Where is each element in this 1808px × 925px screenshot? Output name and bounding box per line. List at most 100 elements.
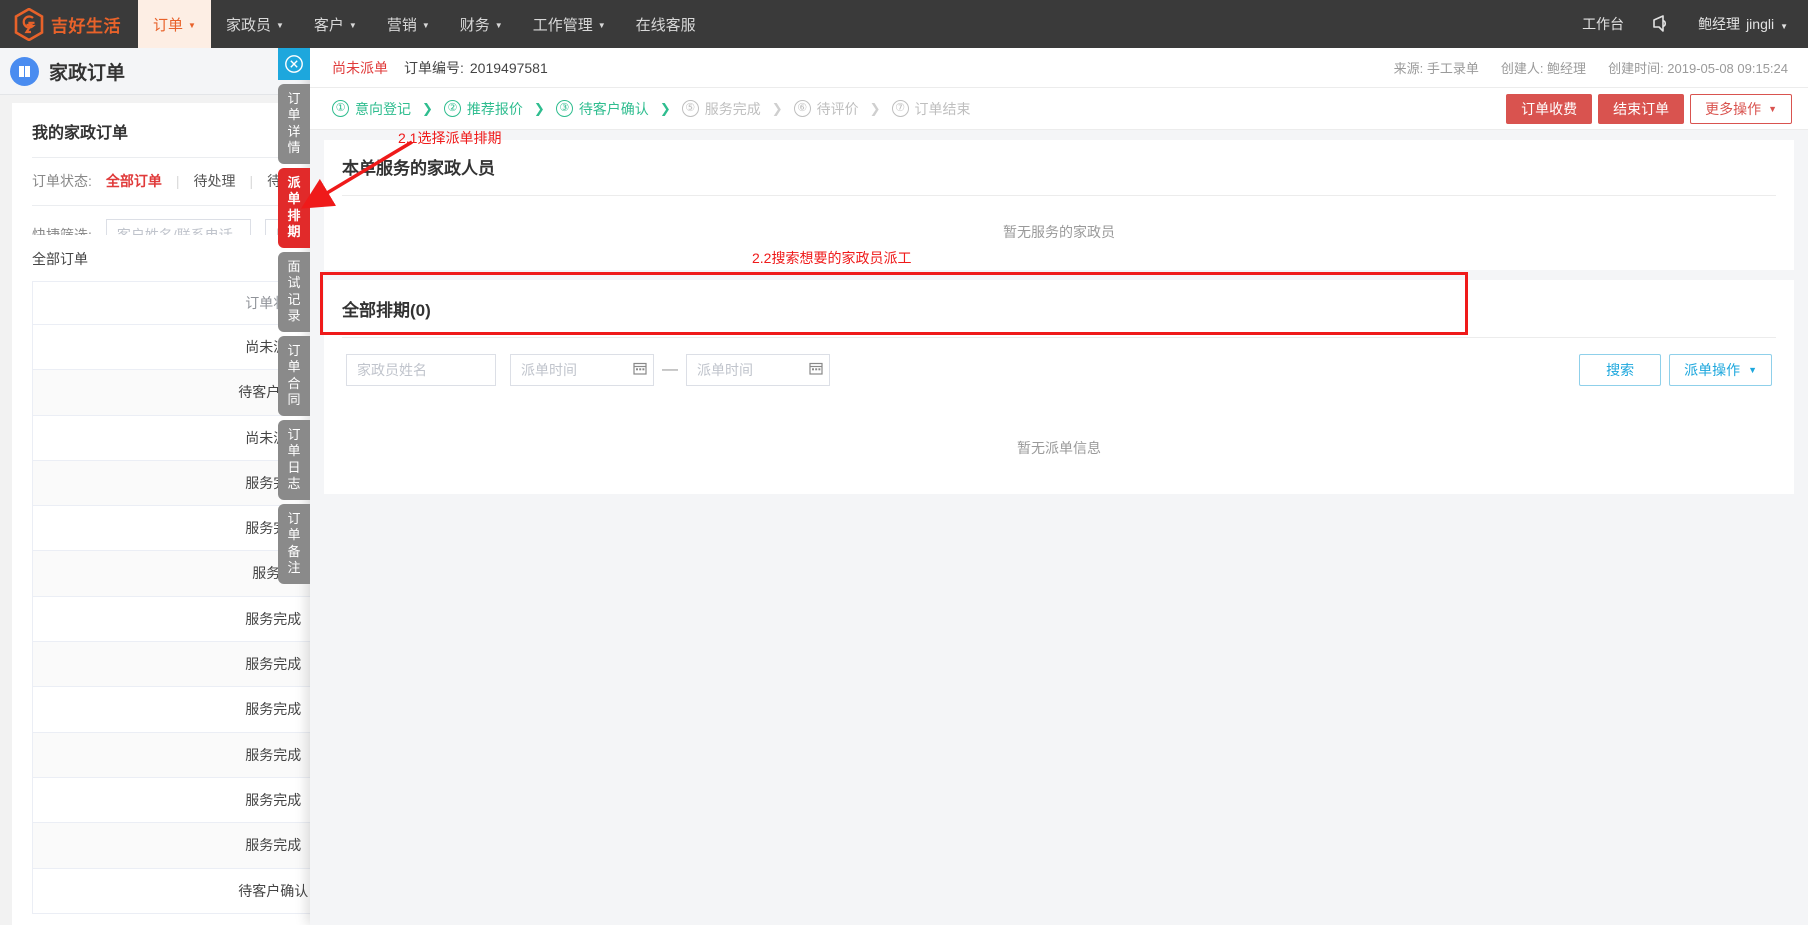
modal-action-buttons: 订单收费 结束订单 更多操作 ▼ xyxy=(1506,93,1792,124)
tab-order-contract[interactable]: 订单合同 xyxy=(278,336,310,416)
vtab-char: 派 xyxy=(287,175,301,190)
nav-item-online-service[interactable]: 在线客服 xyxy=(621,0,711,48)
dispatch-date-from-input[interactable] xyxy=(510,354,654,386)
user-name: 鲍经理 xyxy=(1698,16,1741,32)
vtab-char: 面 xyxy=(287,259,301,274)
order-detail-modal: 尚未派单 订单编号: 2019497581 来源: 手工录单 创建人: 鲍经理 … xyxy=(310,48,1808,925)
chevron-down-icon: ▼ xyxy=(1748,365,1757,375)
user-login: jingli xyxy=(1746,16,1775,32)
nav-item-customers-label: 客户 xyxy=(313,16,344,34)
order-progress-steps: ① 意向登记 ❯ ② 推荐报价 ❯ ③ 待客户确认 ❯ ⑤ 服务完成 ❯ ⑥ 待… xyxy=(310,88,1808,130)
nav-item-marketing[interactable]: 营销 ▼ xyxy=(372,0,445,48)
step-order-end[interactable]: ⑦ 订单结束 xyxy=(891,99,971,119)
workbench-label: 工作台 xyxy=(1582,16,1625,32)
chevron-down-icon: ▼ xyxy=(188,21,196,30)
step-await-customer-confirm[interactable]: ③ 待客户确认 xyxy=(555,99,649,119)
status-link-all[interactable]: 全部订单 xyxy=(106,171,176,191)
search-button[interactable]: 搜索 xyxy=(1579,354,1662,386)
vtab-char: 备 xyxy=(287,543,301,559)
vtab-char: 单 xyxy=(287,443,301,459)
vtab-char: 情 xyxy=(287,139,301,155)
service-staff-card-top: 本单服务的家政人员 xyxy=(324,140,1794,196)
step-arrow-icon: ❯ xyxy=(659,100,671,116)
step-arrow-icon: ❯ xyxy=(533,100,545,116)
chevron-down-icon: ▼ xyxy=(494,21,503,30)
app-root: 吉好生活 订单 ▼ 家政员 ▼ 客户 ▼ 营销 ▼ 财务 ▼ 工作管理 ▼ 在线… xyxy=(0,0,1808,925)
vtab-char: 单 xyxy=(287,527,301,543)
order-created-time: 创建时间: 2019-05-08 09:15:24 xyxy=(1608,61,1788,76)
vtab-char: 期 xyxy=(287,223,301,239)
brand-logo-area[interactable]: 吉好生活 xyxy=(0,0,138,48)
schedule-search-actions: 搜索 派单操作 ▼ xyxy=(1579,354,1772,386)
tab-interview-records[interactable]: 面试记录 xyxy=(278,252,310,332)
step-number: ② xyxy=(443,100,461,117)
nav-item-work-management[interactable]: 工作管理 ▼ xyxy=(518,0,621,48)
order-creator: 创建人: 鲍经理 xyxy=(1500,61,1587,76)
nav-item-finance-label: 财务 xyxy=(459,16,490,34)
service-staff-card: 本单服务的家政人员 暂无服务的家政员 xyxy=(324,140,1794,270)
chevron-down-icon: ▼ xyxy=(348,21,357,30)
step-label: 待评价 xyxy=(816,100,859,117)
book-icon xyxy=(10,56,39,86)
step-intent-registration[interactable]: ① 意向登记 xyxy=(332,99,411,119)
end-order-button[interactable]: 结束订单 xyxy=(1598,93,1685,124)
schedule-search-form: — xyxy=(342,337,1776,404)
step-recommend-quote[interactable]: ② 推荐报价 xyxy=(443,99,523,119)
step-await-review[interactable]: ⑥ 待评价 xyxy=(793,99,859,119)
nav-item-customers[interactable]: 客户 ▼ xyxy=(299,0,372,48)
housekeeper-name-input[interactable] xyxy=(346,354,496,386)
modal-header-meta: 来源: 手工录单 创建人: 鲍经理 创建时间: 2019-05-08 09:15… xyxy=(1394,58,1788,77)
nav-item-marketing-label: 营销 xyxy=(386,16,417,34)
step-service-complete[interactable]: ⑤ 服务完成 xyxy=(681,99,761,119)
vtab-char: 单 xyxy=(287,359,301,375)
main-menu: 订单 ▼ 家政员 ▼ 客户 ▼ 营销 ▼ 财务 ▼ 工作管理 ▼ 在线客服 xyxy=(138,0,711,48)
step-number: ① xyxy=(332,100,349,117)
order-number-value: 2019497581 xyxy=(469,59,548,76)
tab-order-remark[interactable]: 订单备注 xyxy=(278,504,310,584)
service-staff-title: 本单服务的家政人员 xyxy=(342,159,495,178)
step-number: ⑦ xyxy=(891,100,909,117)
vtab-char: 排 xyxy=(287,207,301,223)
user-menu[interactable]: 鲍经理 jingli ▼ xyxy=(1698,14,1788,34)
status-link-pending[interactable]: 待处理 xyxy=(180,171,250,191)
dispatch-date-to-input[interactable] xyxy=(686,354,830,386)
nav-item-work-management-label: 工作管理 xyxy=(532,16,593,34)
vtab-char: 注 xyxy=(287,559,301,575)
chevron-down-icon: ▼ xyxy=(421,21,430,30)
vtab-char: 合 xyxy=(287,375,301,391)
step-number: ③ xyxy=(555,100,573,117)
vtab-char: 单 xyxy=(287,107,301,123)
dispatch-date-from-wrap xyxy=(510,354,654,386)
chevron-down-icon: ▼ xyxy=(275,21,284,30)
vtab-char: 订 xyxy=(287,427,301,442)
more-actions-button[interactable]: 更多操作 ▼ xyxy=(1690,93,1792,124)
date-range-dash: — xyxy=(662,361,678,378)
order-charge-button[interactable]: 订单收费 xyxy=(1506,93,1593,124)
vtab-char: 单 xyxy=(287,191,301,207)
chevron-down-icon: ▼ xyxy=(1780,21,1788,31)
nav-item-finance[interactable]: 财务 ▼ xyxy=(445,0,518,48)
step-label: 推荐报价 xyxy=(466,100,523,117)
nav-item-housekeepers[interactable]: 家政员 ▼ xyxy=(211,0,299,48)
dispatch-actions-button[interactable]: 派单操作 ▼ xyxy=(1669,354,1772,386)
dispatch-date-to-wrap xyxy=(686,354,830,386)
announcement-button[interactable] xyxy=(1650,14,1672,34)
modal-header: 尚未派单 订单编号: 2019497581 来源: 手工录单 创建人: 鲍经理 … xyxy=(310,48,1808,88)
tab-dispatch-schedule[interactable]: 派单排期 xyxy=(278,168,310,248)
tab-order-log[interactable]: 订单日志 xyxy=(278,420,310,500)
nav-item-orders[interactable]: 订单 ▼ xyxy=(138,0,211,48)
page-title: 家政订单 xyxy=(49,62,126,84)
vtab-char: 志 xyxy=(287,475,301,491)
nav-item-housekeepers-label: 家政员 xyxy=(225,16,271,34)
company-logo-icon xyxy=(14,7,44,41)
brand-name: 吉好生活 xyxy=(51,16,121,36)
modal-vertical-tabs: 订单详情 派单排期 面试记录 订单合同 订单日志 订单备注 xyxy=(278,48,310,584)
order-number-label: 订单编号: xyxy=(404,59,464,76)
workbench-link[interactable]: 工作台 xyxy=(1582,14,1624,34)
tab-order-details[interactable]: 订单详情 xyxy=(278,84,310,164)
step-arrow-icon: ❯ xyxy=(422,100,433,116)
close-circle-icon[interactable] xyxy=(278,48,310,80)
annotation-search-housekeeper: 2.2搜索想要的家政员派工 xyxy=(752,250,912,266)
chevron-down-icon: ▼ xyxy=(597,21,606,30)
vtab-char: 详 xyxy=(287,123,301,139)
